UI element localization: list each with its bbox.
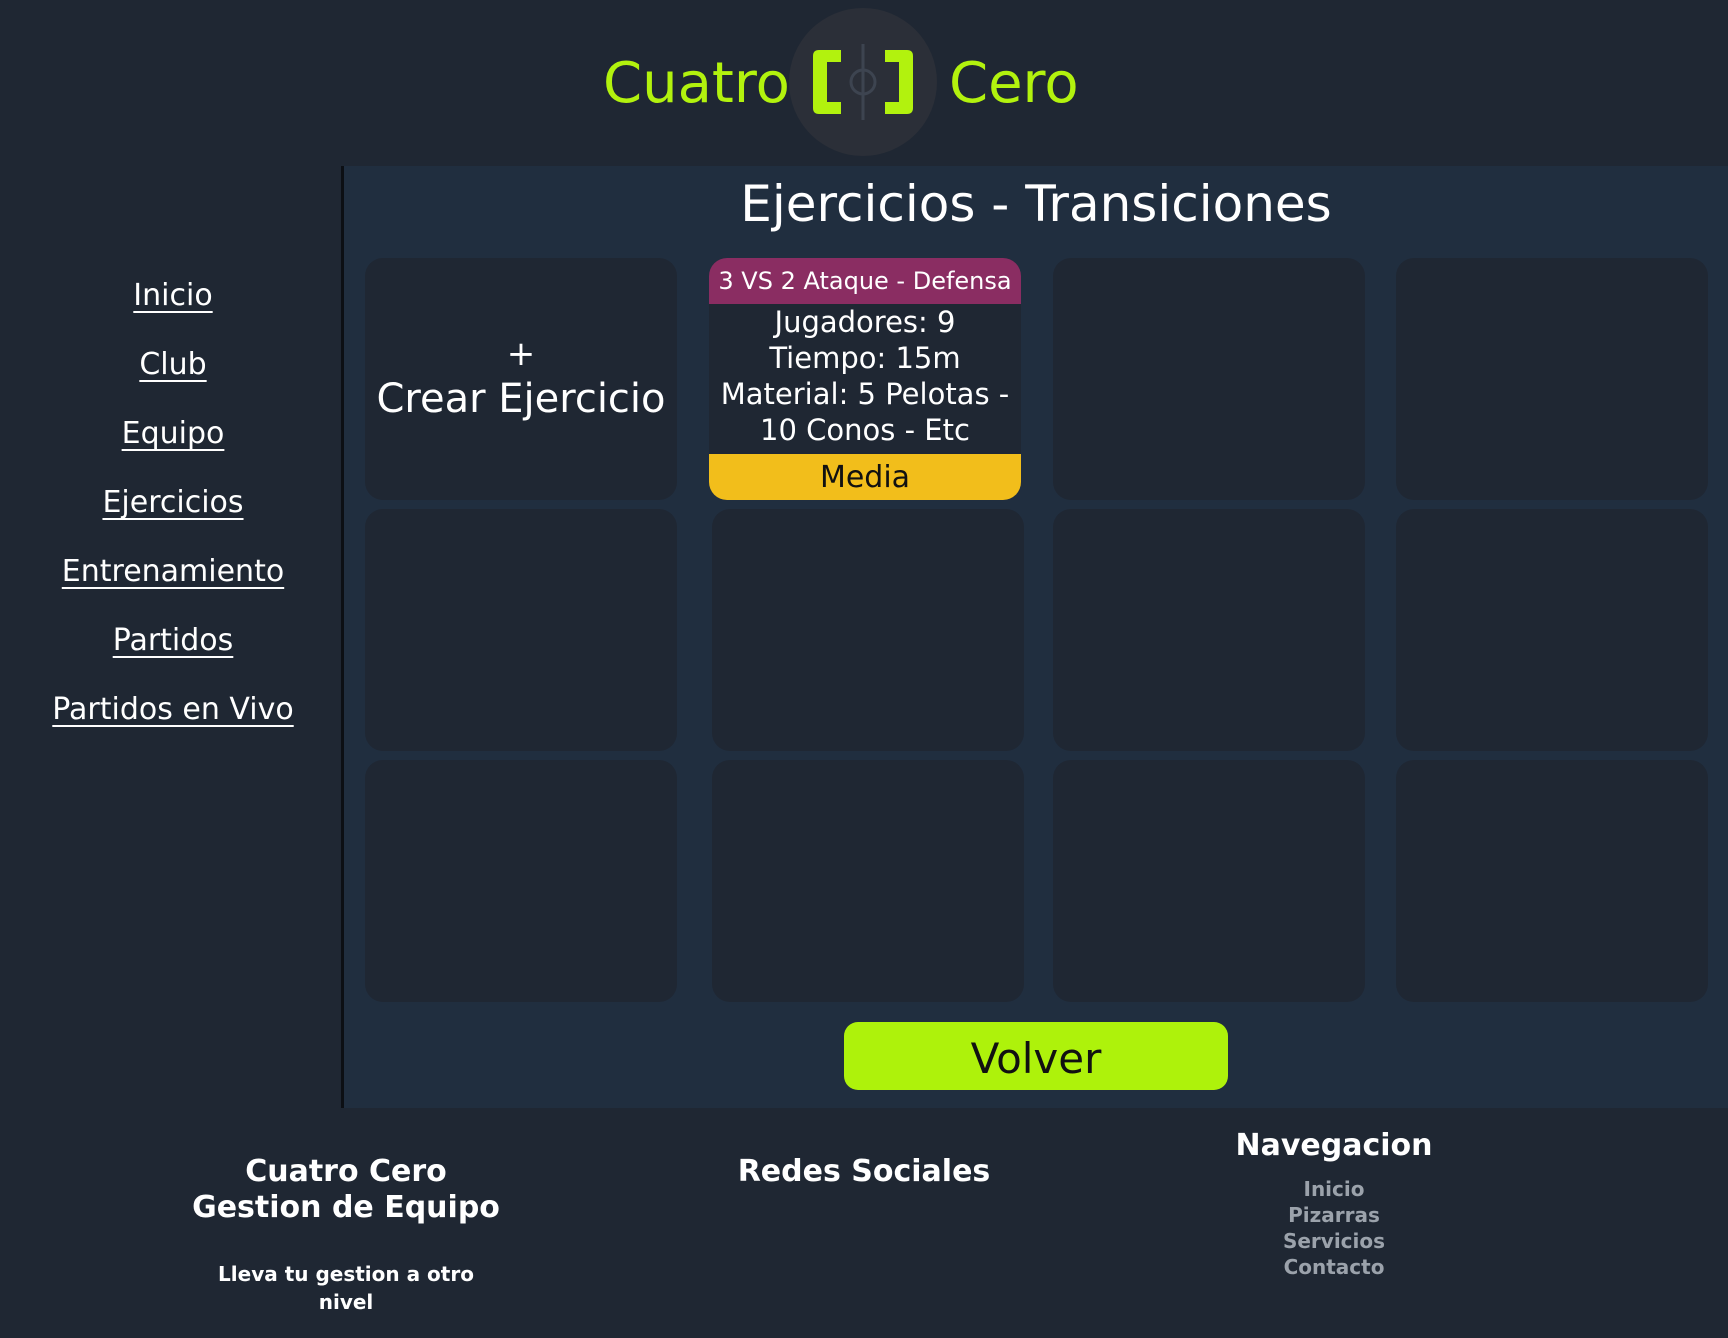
exercise-card[interactable]: 3 VS 2 Ataque - Defensa Jugadores: 9 Tie… <box>709 258 1021 500</box>
header: Cuatro Cero <box>0 0 1728 166</box>
empty-exercise-slot <box>712 509 1024 751</box>
exercise-difficulty-badge: Media <box>709 454 1021 500</box>
exercise-time: Tiempo: 15m <box>769 341 961 375</box>
empty-exercise-slot <box>1396 258 1708 500</box>
footer: Cuatro Cero Gestion de Equipo Lleva tu g… <box>0 1108 1728 1338</box>
footer-nav-contacto[interactable]: Contacto <box>1200 1254 1468 1280</box>
main-content: Ejercicios - Transiciones + Crear Ejerci… <box>344 166 1728 1108</box>
footer-nav-list: Inicio Pizarras Servicios Contacto <box>1200 1176 1468 1280</box>
footer-brand: Cuatro Cero Gestion de Equipo <box>190 1154 502 1226</box>
bracket-ball-logo-icon[interactable] <box>789 8 937 156</box>
brand-name-right: Cero <box>949 51 1079 116</box>
footer-social-title: Redes Sociales <box>737 1154 991 1189</box>
exercise-details: Jugadores: 9 Tiempo: 15m Material: 5 Pel… <box>709 304 1021 454</box>
empty-exercise-slot <box>365 509 677 751</box>
empty-exercise-slot <box>1396 760 1708 1002</box>
empty-exercise-slot <box>712 760 1024 1002</box>
footer-tagline: Lleva tu gestion a otro nivel <box>218 1262 474 1314</box>
empty-exercise-slot <box>1396 509 1708 751</box>
empty-exercise-slot <box>1053 509 1365 751</box>
sidebar: Inicio Club Equipo Ejercicios Entrenamie… <box>0 166 342 1108</box>
empty-exercise-slot <box>1053 760 1365 1002</box>
exercise-material-cont: 10 Conos - Etc <box>760 413 970 447</box>
sidebar-item-club[interactable]: Club <box>0 345 346 385</box>
exercise-material: Material: 5 Pelotas - <box>720 377 1010 411</box>
footer-nav-pizarras[interactable]: Pizarras <box>1200 1202 1468 1228</box>
sidebar-item-inicio[interactable]: Inicio <box>0 276 346 316</box>
create-exercise-card[interactable]: + Crear Ejercicio <box>365 258 677 500</box>
empty-exercise-slot <box>1053 258 1365 500</box>
footer-brand-subtitle: Gestion de Equipo <box>192 1190 500 1225</box>
footer-nav-inicio[interactable]: Inicio <box>1200 1176 1468 1202</box>
create-exercise-label: Crear Ejercicio <box>376 376 666 422</box>
page-title: Ejercicios - Transiciones <box>740 175 1332 233</box>
footer-nav-title: Navegacion <box>1235 1128 1433 1163</box>
exercise-title: 3 VS 2 Ataque - Defensa <box>709 258 1021 304</box>
sidebar-item-partidos-en-vivo[interactable]: Partidos en Vivo <box>0 690 346 730</box>
footer-nav-servicios[interactable]: Servicios <box>1200 1228 1468 1254</box>
plus-icon: + <box>506 334 536 374</box>
sidebar-item-ejercicios[interactable]: Ejercicios <box>0 483 346 523</box>
footer-brand-name: Cuatro Cero <box>245 1154 447 1189</box>
back-button[interactable]: Volver <box>844 1022 1228 1090</box>
exercise-players: Jugadores: 9 <box>774 305 956 339</box>
page: Cuatro Cero Inicio Club Equipo Ejercicio… <box>0 0 1728 1338</box>
empty-exercise-slot <box>365 760 677 1002</box>
sidebar-item-equipo[interactable]: Equipo <box>0 414 346 454</box>
sidebar-item-entrenamiento[interactable]: Entrenamiento <box>0 552 346 592</box>
brand-name-left: Cuatro <box>603 51 790 116</box>
sidebar-item-partidos[interactable]: Partidos <box>0 621 346 661</box>
